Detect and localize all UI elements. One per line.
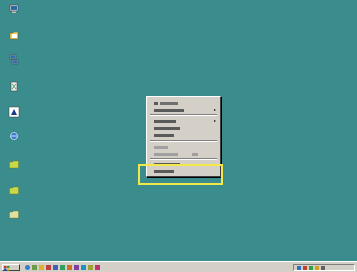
- submenu-arrow-icon: ▸: [213, 107, 216, 112]
- tray-app-icon[interactable]: [303, 266, 307, 270]
- quick-launch-desktop-icon[interactable]: [32, 265, 37, 270]
- quick-launch-app-icon[interactable]: [81, 265, 86, 270]
- documents-icon: [9, 31, 19, 40]
- quick-launch-ie-icon[interactable]: [25, 265, 30, 270]
- trash-icon: [10, 81, 18, 92]
- folder-icon[interactable]: [3, 160, 25, 174]
- system-tray: [293, 264, 355, 271]
- menu-separator: [150, 140, 217, 142]
- folder-icon: [9, 186, 19, 195]
- internet-explorer-icon[interactable]: [3, 131, 25, 146]
- quick-launch-app-icon[interactable]: [53, 265, 58, 270]
- quick-launch-app-icon[interactable]: [88, 265, 93, 270]
- program-icon[interactable]: [3, 106, 25, 123]
- menu-icon: [154, 101, 159, 105]
- folder-icon: [9, 210, 19, 219]
- recycle-bin-icon[interactable]: [3, 80, 25, 97]
- ie-icon: [10, 132, 18, 140]
- folder-icon[interactable]: [3, 186, 25, 200]
- taskbar: [0, 261, 357, 272]
- quick-launch-app-icon[interactable]: [74, 265, 79, 270]
- computer-icon: [9, 4, 19, 13]
- my-documents-icon[interactable]: [3, 30, 25, 45]
- folder-icon: [9, 160, 19, 169]
- tray-app-icon[interactable]: [309, 266, 313, 270]
- windows-logo-icon: [4, 265, 10, 270]
- tray-volume-icon[interactable]: [315, 266, 319, 270]
- quick-launch-app-icon[interactable]: [67, 265, 72, 270]
- quick-launch-folder-icon[interactable]: [39, 265, 44, 270]
- tray-network-icon[interactable]: [297, 266, 301, 270]
- tray-app-icon[interactable]: [321, 266, 325, 270]
- network-icon[interactable]: [3, 54, 25, 71]
- menu-item[interactable]: ▸: [149, 117, 218, 124]
- start-button[interactable]: [2, 264, 20, 271]
- network-places-icon: [9, 54, 19, 65]
- menu-item[interactable]: [149, 124, 218, 131]
- my-computer-icon[interactable]: [3, 4, 25, 19]
- menu-item[interactable]: [149, 99, 218, 106]
- quick-launch-app-icon[interactable]: [95, 265, 100, 270]
- menu-item[interactable]: [149, 150, 218, 157]
- quick-launch-app-icon[interactable]: [60, 265, 65, 270]
- folder-icon[interactable]: [3, 210, 25, 224]
- menu-item[interactable]: [149, 143, 218, 150]
- menu-item[interactable]: ▸: [149, 106, 218, 113]
- menu-separator: [150, 114, 217, 116]
- desktop: ▸ ▸: [0, 0, 357, 261]
- quick-launch-app-icon[interactable]: [46, 265, 51, 270]
- submenu-arrow-icon: ▸: [213, 118, 216, 123]
- menu-item[interactable]: [149, 131, 218, 138]
- highlight-box: [138, 164, 223, 185]
- application-icon: [8, 106, 20, 118]
